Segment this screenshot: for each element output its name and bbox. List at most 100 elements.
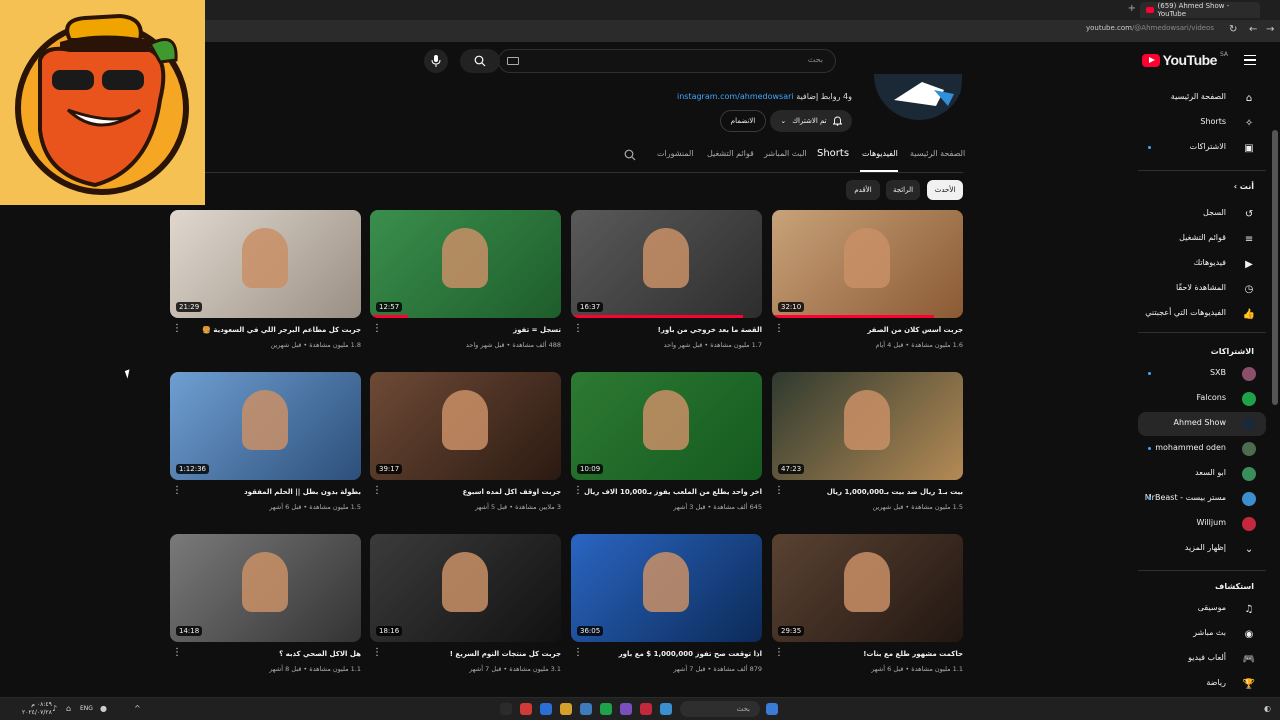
app-icon-6[interactable] (600, 703, 612, 715)
app-icon-5[interactable] (580, 703, 592, 715)
browser-tab[interactable]: (659) Ahmed Show - YouTube (1140, 2, 1260, 18)
youtube-logo[interactable]: YouTube SA (1141, 51, 1228, 68)
instagram-link[interactable]: instagram.com/ahmedowsari (677, 92, 794, 101)
more-options-icon[interactable]: ⋮ (774, 648, 784, 658)
video-title[interactable]: حاكمت مشهور طلع مع بنات! (778, 650, 963, 658)
sidebar-item-subscription[interactable]: مستر بيست - MrBeast (1138, 487, 1266, 511)
video-thumbnail[interactable]: 12:57 (370, 210, 561, 318)
channel-avatar[interactable] (862, 74, 962, 130)
extra-links-text[interactable]: و4 روابط إضافية (796, 92, 852, 101)
app-icon-2[interactable] (520, 703, 532, 715)
network-icon[interactable]: ⌂ (66, 704, 71, 713)
sidebar-item-you[interactable]: ≡ قوائم التشغيل (1138, 227, 1266, 251)
video-thumbnail[interactable]: 16:37 (571, 210, 762, 318)
sidebar-item-subscription[interactable]: SXB (1138, 362, 1266, 386)
sidebar-item-subscription[interactable]: Ahmed Show (1138, 412, 1266, 436)
video-thumbnail[interactable]: 18:16 (370, 534, 561, 642)
sidebar-item-you[interactable]: ▶ فيديوهاتك (1138, 252, 1266, 276)
video-card[interactable]: 47:23 بيت بـ1 ريال ضد بيت بـ1,000,000 ريا… (772, 372, 963, 517)
video-title[interactable]: جربت كل منتجات النوم السريع ! (376, 650, 561, 658)
notification-icon[interactable]: ◐ (1264, 704, 1271, 713)
video-thumbnail[interactable]: 1:12:36 (170, 372, 361, 480)
video-thumbnail[interactable]: 29:35 (772, 534, 963, 642)
more-options-icon[interactable]: ⋮ (372, 648, 382, 658)
video-title[interactable]: تسجل = تفوز (376, 326, 561, 334)
sidebar-show-more[interactable]: ⌄ إظهار المزيد (1138, 537, 1266, 561)
video-title[interactable]: بيت بـ1 ريال ضد بيت بـ1,000,000 ريال (778, 488, 963, 496)
join-button[interactable]: الانضمام (720, 110, 766, 132)
video-thumbnail[interactable]: 39:17 (370, 372, 561, 480)
back-icon[interactable]: ← (1249, 24, 1257, 35)
app-icon-3[interactable] (540, 703, 552, 715)
subscribed-button[interactable]: تم الاشتراك ⌄ (770, 110, 852, 132)
video-title[interactable]: اذا توقعت صح تفوز 1,000,000 $ مع باور (577, 650, 762, 658)
forward-icon[interactable]: → (1266, 24, 1274, 35)
more-options-icon[interactable]: ⋮ (372, 486, 382, 496)
tab-videos[interactable]: الفيديوهات (862, 149, 898, 158)
video-card[interactable]: 12:57 تسجل = تفوز 488 ألف مشاهدة • قبل شهر… (370, 210, 561, 355)
video-card[interactable]: 10:09 آخر واحد يطلع من الملعب يفوز بـ10,0… (571, 372, 762, 517)
url-text[interactable]: youtube.com/@Ahmedowsari/videos (1086, 24, 1214, 32)
video-thumbnail[interactable]: 21:29 (170, 210, 361, 318)
tray-chevron-icon[interactable]: ^ (134, 704, 141, 713)
video-thumbnail[interactable]: 36:05 (571, 534, 762, 642)
more-options-icon[interactable]: ⋮ (172, 486, 182, 496)
more-options-icon[interactable]: ⋮ (573, 486, 583, 496)
video-thumbnail[interactable]: 32:10 (772, 210, 963, 318)
reload-icon[interactable]: ↻ (1229, 24, 1237, 35)
tab-playlists[interactable]: قوائم التشغيل (707, 149, 754, 158)
sidebar-item-explore[interactable]: 🏆 رياضة (1138, 672, 1266, 696)
sidebar-item-explore[interactable]: ♫ موسيقى (1138, 597, 1266, 621)
search-input[interactable]: بحث (498, 49, 836, 73)
sidebar-item-explore[interactable]: 🎮 ألعاب فيديو (1138, 647, 1266, 671)
sidebar-explore-header[interactable]: استكشاف (1215, 582, 1254, 591)
tab-posts[interactable]: المنشورات (657, 149, 694, 158)
more-options-icon[interactable]: ⋮ (172, 324, 182, 334)
video-title[interactable]: هل الاكل الصحي كذبه ؟ (176, 650, 361, 658)
more-options-icon[interactable]: ⋮ (573, 648, 583, 658)
chip-popular[interactable]: الرائجة (886, 180, 920, 200)
video-card[interactable]: 29:35 حاكمت مشهور طلع مع بنات! 1.1 مليون م… (772, 534, 963, 679)
sidebar-item-you[interactable]: ◷ المشاهدة لاحقًا (1138, 277, 1266, 301)
menu-icon[interactable] (1244, 55, 1256, 65)
sidebar-item-subscription[interactable]: mohammed oden (1138, 437, 1266, 461)
sidebar-item-you[interactable]: 👍 الفيديوهات التي أعجبتني (1138, 302, 1266, 326)
volume-icon[interactable]: ♪ (52, 704, 57, 713)
search-button[interactable] (460, 49, 500, 73)
chip-latest[interactable]: الأحدث (927, 180, 963, 200)
windows-start-icon[interactable] (766, 703, 778, 715)
video-card[interactable]: 39:17 جربت اوقف اكل لمده اسبوع 3 ملايين مش… (370, 372, 561, 517)
sidebar-subscriptions-header[interactable]: الاشتراكات (1211, 347, 1254, 356)
sidebar-item-you[interactable]: ↺ السجل (1138, 202, 1266, 226)
taskbar-search[interactable]: بحث (680, 701, 760, 717)
more-options-icon[interactable]: ⋮ (774, 486, 784, 496)
sidebar-item-main[interactable]: ⌂ الصفحة الرئيسية (1138, 86, 1266, 110)
sidebar-scrollbar[interactable] (1272, 130, 1278, 405)
video-thumbnail[interactable]: 47:23 (772, 372, 963, 480)
video-title[interactable]: آخر واحد يطلع من الملعب يفوز بـ10,000 آل… (577, 488, 762, 496)
taskbar-clock[interactable]: ٠٨:٤٩ م ٢٠٢٤/٠٧/٢٨ (22, 701, 52, 717)
sidebar-item-explore[interactable]: ◉ بث مباشر (1138, 622, 1266, 646)
tab-shorts[interactable]: Shorts (817, 148, 849, 159)
sidebar-item-subscription[interactable]: Willjum (1138, 512, 1266, 536)
video-card[interactable]: 36:05 اذا توقعت صح تفوز 1,000,000 $ مع با… (571, 534, 762, 679)
chip-oldest[interactable]: الأقدم (846, 180, 880, 200)
tab-home[interactable]: الصفحة الرئيسية (910, 149, 965, 158)
video-card[interactable]: 1:12:36 بطولة بدون بطل || الحلم المفقود 1.… (170, 372, 361, 517)
video-card[interactable]: 21:29 جربت كل مطاعم البرجر اللي في السعود… (170, 210, 361, 355)
app-icon-4[interactable] (560, 703, 572, 715)
video-thumbnail[interactable]: 10:09 (571, 372, 762, 480)
sidebar-you-header[interactable]: أنت › (1234, 182, 1254, 191)
channel-search-icon[interactable] (624, 149, 636, 161)
video-title[interactable]: جربت كل مطاعم البرجر اللي في السعودية 🍔 (176, 326, 361, 334)
video-card[interactable]: 14:18 هل الاكل الصحي كذبه ؟ 1.1 مليون مشاه… (170, 534, 361, 679)
video-title[interactable]: جربت أسس كلان من الصفر (778, 326, 963, 334)
language-indicator[interactable]: ENG (80, 705, 93, 712)
video-title[interactable]: جربت اوقف اكل لمده اسبوع (376, 488, 561, 496)
video-title[interactable]: القصة ما بعد خروجي من باور! (577, 326, 762, 334)
video-card[interactable]: 18:16 جربت كل منتجات النوم السريع ! 3.1 مل… (370, 534, 561, 679)
new-tab-icon[interactable]: + (1128, 3, 1136, 14)
sidebar-item-subscription[interactable]: Falcons (1138, 387, 1266, 411)
more-options-icon[interactable]: ⋮ (573, 324, 583, 334)
mic-tray-icon[interactable]: ● (100, 704, 107, 713)
